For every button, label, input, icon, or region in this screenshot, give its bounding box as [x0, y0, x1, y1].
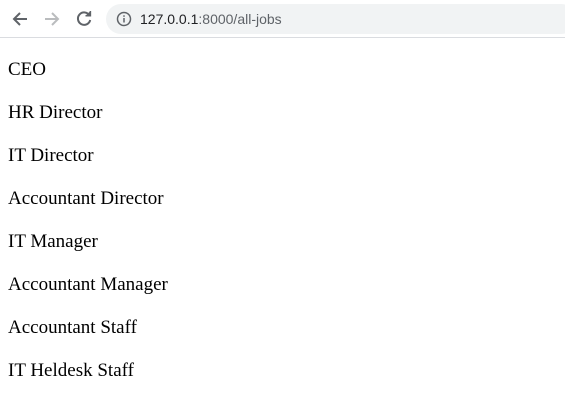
job-item: IT Heldesk Staff: [8, 360, 134, 381]
job-item: CEO: [8, 59, 46, 80]
job-item: HR Director: [8, 102, 103, 123]
job-item: Accountant Director: [8, 188, 164, 209]
address-bar[interactable]: 127.0.0.1:8000/all-jobs: [106, 4, 565, 34]
browser-toolbar: 127.0.0.1:8000/all-jobs: [0, 0, 565, 38]
job-item: IT Director: [8, 145, 94, 166]
info-icon[interactable]: [116, 11, 132, 27]
job-item: Accountant Manager: [8, 274, 168, 295]
url-text[interactable]: 127.0.0.1:8000/all-jobs: [140, 10, 282, 28]
url-path: :8000/all-jobs: [198, 11, 282, 27]
back-arrow-icon: [11, 10, 29, 28]
job-item: IT Manager: [8, 231, 98, 252]
forward-arrow-icon: [43, 10, 61, 28]
job-item: Accountant Staff: [8, 317, 137, 338]
back-button[interactable]: [8, 7, 32, 31]
reload-button[interactable]: [72, 7, 96, 31]
forward-button[interactable]: [40, 7, 64, 31]
url-host: 127.0.0.1: [140, 11, 199, 27]
reload-icon: [75, 10, 93, 28]
